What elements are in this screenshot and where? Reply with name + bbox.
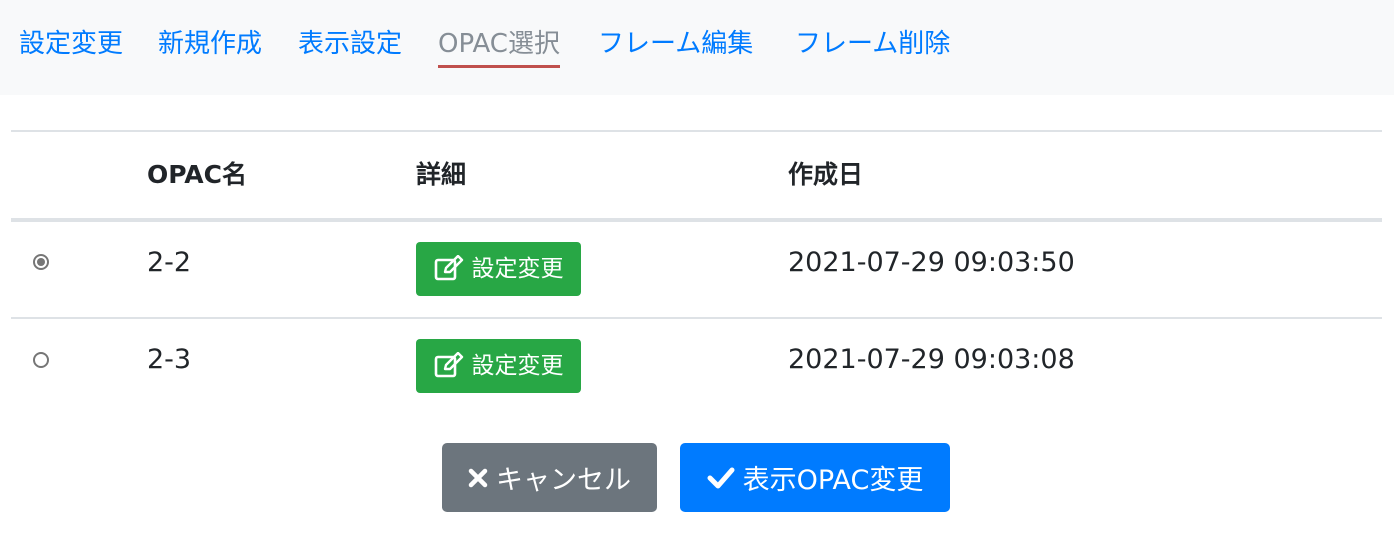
times-icon <box>468 468 488 487</box>
row-select-radio[interactable] <box>33 254 49 270</box>
pencil-square-icon <box>434 255 463 281</box>
row-divider <box>11 317 1382 319</box>
opac-name-cell: 2-2 <box>147 247 192 278</box>
edit-settings-label: 設定変更 <box>471 256 564 282</box>
cancel-button-label: キャンセル <box>496 465 631 496</box>
tab-new-create[interactable]: 新規作成 <box>158 26 262 62</box>
top-nav: 設定変更 新規作成 表示設定 OPAC選択 フレーム編集 フレーム削除 <box>0 0 1394 95</box>
apply-opac-button[interactable]: 表示OPAC変更 <box>680 443 950 512</box>
created-date-cell: 2021-07-29 09:03:08 <box>788 344 1075 375</box>
column-header-detail: 詳細 <box>416 160 467 189</box>
table-header-rule <box>11 218 1382 222</box>
tab-frame-delete[interactable]: フレーム削除 <box>795 26 950 62</box>
column-header-created: 作成日 <box>788 160 864 189</box>
edit-settings-button[interactable]: 設定変更 <box>416 339 581 393</box>
edit-settings-label: 設定変更 <box>471 353 564 379</box>
created-date-cell: 2021-07-29 09:03:50 <box>788 247 1075 278</box>
pencil-square-icon <box>434 352 463 378</box>
tab-display-settings[interactable]: 表示設定 <box>298 26 402 62</box>
tab-frame-edit[interactable]: フレーム編集 <box>598 26 753 62</box>
cancel-button[interactable]: キャンセル <box>442 443 657 512</box>
opac-name-cell: 2-3 <box>147 344 192 375</box>
row-select-radio[interactable] <box>33 352 49 368</box>
edit-settings-button[interactable]: 設定変更 <box>416 242 581 296</box>
tab-settings-change[interactable]: 設定変更 <box>19 26 123 62</box>
apply-opac-label: 表示OPAC変更 <box>742 465 924 496</box>
table-top-rule <box>11 130 1382 132</box>
column-header-opac-name: OPAC名 <box>147 160 247 189</box>
tab-opac-select[interactable]: OPAC選択 <box>438 26 560 68</box>
check-icon <box>707 467 735 488</box>
